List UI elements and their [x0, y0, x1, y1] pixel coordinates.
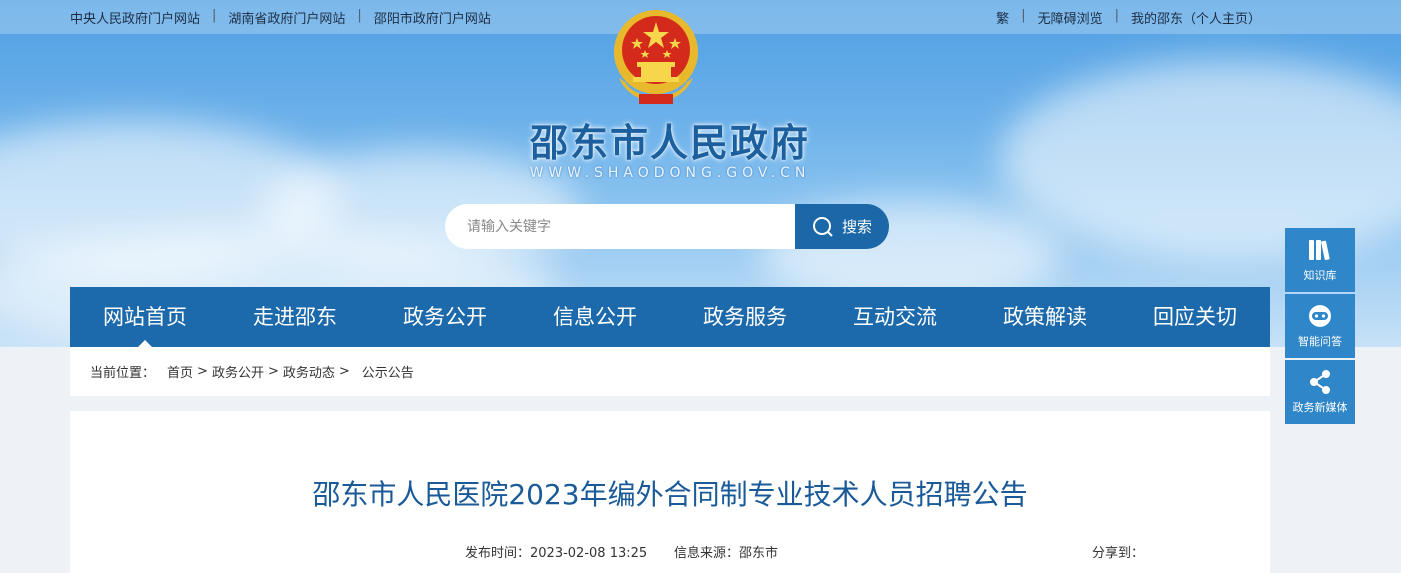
site-title: 邵东市人民政府 [529, 121, 810, 165]
breadcrumb: 当前位置： 首页 > 政务公开 > 政务动态 > 公示公告 [70, 347, 1270, 396]
breadcrumb-home[interactable]: 首页 [167, 362, 193, 381]
search-input[interactable] [445, 204, 795, 249]
side-knowledge-label: 知识库 [1303, 269, 1337, 282]
search-icon [812, 216, 833, 237]
article-panel: 邵东市人民医院2023年编外合同制专业技术人员招聘公告 发布时间：2023-02… [70, 411, 1270, 573]
side-knowledge-base[interactable]: 知识库 [1285, 228, 1355, 292]
search-button-label: 搜索 [841, 218, 872, 236]
top-links-right: 繁 | 无障碍浏览 | 我的邵东（个人主页） [996, 8, 1261, 27]
accessibility-link[interactable]: 无障碍浏览 [1038, 8, 1103, 27]
breadcrumb-separator: > [267, 364, 279, 379]
publish-label: 发布时间： [465, 546, 531, 561]
nav-home[interactable]: 网站首页 [70, 287, 220, 347]
national-emblem-icon [614, 10, 698, 104]
divider: | [1021, 8, 1026, 23]
breadcrumb-separator: > [197, 364, 208, 379]
nav-policy-interpretation[interactable]: 政策解读 [970, 287, 1120, 347]
share-label: 分享到： [1092, 546, 1145, 561]
link-central-gov[interactable]: 中央人民政府门户网站 [70, 8, 200, 27]
main-nav: 网站首页 走进邵东 政务公开 信息公开 政务服务 互动交流 政策解读 回应关切 [70, 287, 1270, 347]
divider: | [357, 8, 362, 23]
source-label: 信息来源： [674, 546, 740, 561]
link-shaoyang-gov[interactable]: 邵阳市政府门户网站 [374, 8, 491, 27]
books-icon [1309, 240, 1330, 261]
source-value: 邵东市 [739, 546, 779, 561]
breadcrumb-gov-affairs[interactable]: 政务公开 [212, 362, 264, 381]
breadcrumb-separator: > [338, 364, 350, 379]
side-new-media-label: 政务新媒体 [1292, 401, 1348, 414]
share-icon [1310, 370, 1330, 394]
link-hunan-gov[interactable]: 湖南省政府门户网站 [228, 8, 345, 27]
publish-time: 发布时间：2023-02-08 13:25 [465, 542, 647, 561]
top-links-left: 中央人民政府门户网站 | 湖南省政府门户网站 | 邵阳市政府门户网站 [70, 8, 491, 27]
site-url: WWW.SHAODONG.GOV.CN [529, 165, 811, 181]
article-title: 邵东市人民医院2023年编外合同制专业技术人员招聘公告 [312, 478, 1028, 511]
traditional-chinese-toggle[interactable]: 繁 [996, 8, 1009, 27]
publish-value: 2023-02-08 13:25 [530, 546, 648, 561]
divider: | [1114, 8, 1119, 23]
search-bar: 搜索 [445, 204, 889, 249]
side-new-media[interactable]: 政务新媒体 [1285, 360, 1355, 424]
divider: | [212, 8, 217, 23]
nav-interaction[interactable]: 互动交流 [820, 287, 970, 347]
search-button[interactable]: 搜索 [795, 204, 889, 249]
my-shaodong-link[interactable]: 我的邵东（个人主页） [1131, 8, 1261, 27]
side-toolbar: 知识库 智能问答 政务新媒体 [1285, 228, 1355, 426]
nav-about-shaodong[interactable]: 走进邵东 [220, 287, 370, 347]
nav-information-disclosure[interactable]: 信息公开 [520, 287, 670, 347]
breadcrumb-gov-news[interactable]: 政务动态 [283, 362, 335, 381]
info-source: 信息来源：邵东市 [674, 542, 778, 561]
breadcrumb-announcements[interactable]: 公示公告 [362, 362, 414, 381]
robot-icon [1309, 305, 1331, 327]
side-smart-qa[interactable]: 智能问答 [1285, 294, 1355, 358]
breadcrumb-prefix: 当前位置： [90, 366, 156, 381]
side-qa-label: 智能问答 [1298, 335, 1342, 348]
nav-government-affairs[interactable]: 政务公开 [370, 287, 520, 347]
nav-response[interactable]: 回应关切 [1120, 287, 1270, 347]
nav-government-services[interactable]: 政务服务 [670, 287, 820, 347]
